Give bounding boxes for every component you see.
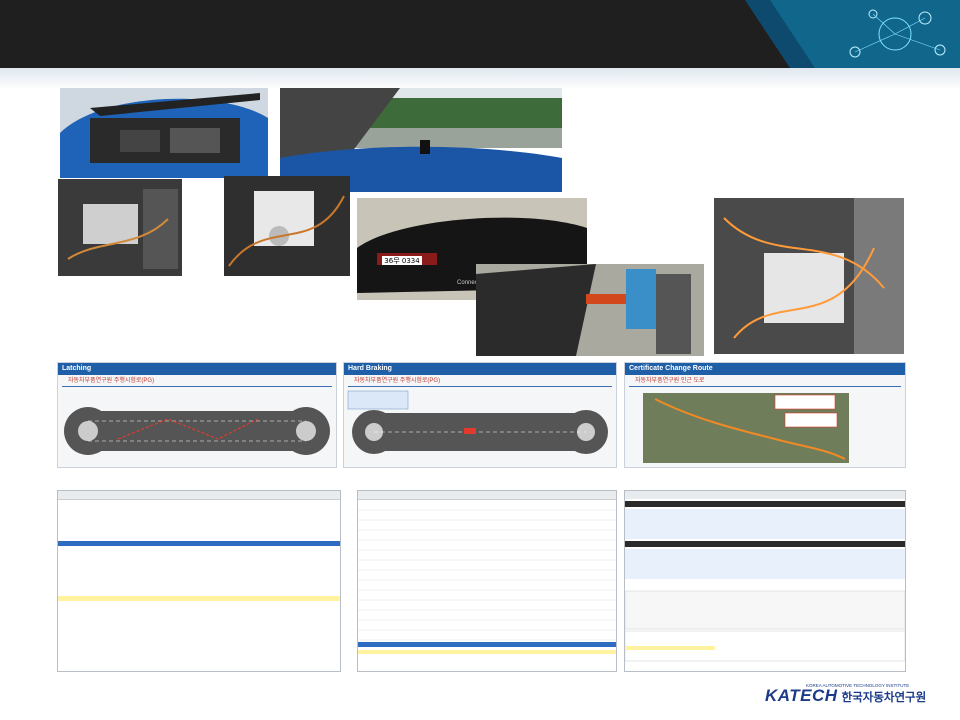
license-plate-text: 36무 0334 — [384, 257, 420, 265]
capture-rows: ​ ​ ​ ​ ​ ​ ​ ​ ​ ​ ​ ​ ​ ​ ​ ​ ​ ​ ​ ​ … — [58, 500, 340, 602]
capture-toolbar — [358, 491, 616, 500]
packet-capture-screenshot-1: ​ ​ ​ ​ ​ ​ ​ ​ ​ ​ ​ ​ ​ ​ ​ ​ ​ ​ ​ ​ … — [57, 490, 341, 672]
hard-braking-subtitle: 자동차부품연구원 주행시험로(PG) — [348, 377, 612, 387]
katech-logo: KATECH 한국자동차연구원 — [765, 686, 926, 706]
capture-table-lines — [625, 491, 905, 662]
certificate-change-subtitle: 자동차부품연구원 인근 도로 — [629, 377, 901, 387]
capture-toolbar — [58, 491, 340, 500]
hard-braking-title: Hard Braking — [344, 363, 616, 375]
latching-subtitle: 자동차부품연구원 주행시험로(PG) — [62, 377, 332, 387]
hard-braking-panel: Hard Braking 자동차부품연구원 주행시험로(PG) — [343, 362, 617, 468]
hard-braking-track-diagram — [347, 390, 608, 454]
capture-table-lines — [358, 509, 616, 654]
technicians-photo — [476, 264, 704, 356]
car-trunk-photo — [60, 88, 268, 178]
latching-title: Latching — [58, 363, 336, 375]
city-skyline-band — [0, 68, 960, 90]
logo-name: KATECH — [765, 686, 838, 705]
logo-korean-name: 한국자동차연구원 — [841, 690, 927, 704]
certificate-change-panel: Certificate Change Route 자동차부품연구원 인근 도로 — [624, 362, 906, 468]
route-map-diagram — [643, 393, 849, 463]
lab-equipment-photo — [714, 198, 904, 354]
latching-panel: Latching 자동차부품연구원 주행시험로(PG) — [57, 362, 337, 468]
top-banner — [0, 0, 960, 68]
packet-capture-screenshot-3 — [624, 490, 906, 672]
packet-capture-screenshot-2 — [357, 490, 617, 672]
certificate-change-title: Certificate Change Route — [625, 363, 905, 375]
equipment-box-photo-1 — [58, 179, 182, 276]
table-row-highlight: ​ — [58, 596, 340, 602]
network-graphic — [745, 0, 960, 68]
latching-track-diagram — [64, 407, 330, 455]
equipment-box-photo-2 — [224, 176, 350, 276]
